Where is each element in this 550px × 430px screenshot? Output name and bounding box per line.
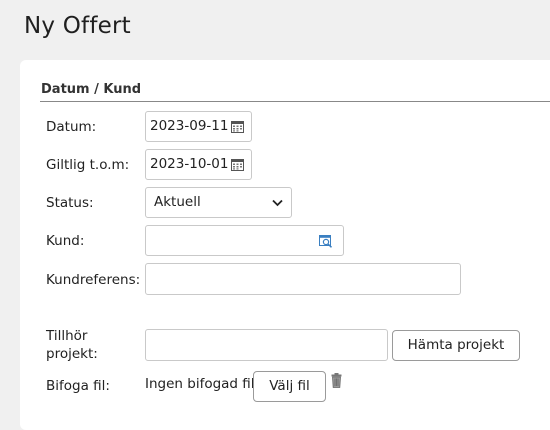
projekt-label-line1: Tillhör (46, 328, 88, 344)
calendar-icon[interactable] (231, 121, 244, 133)
kundreferens-input[interactable] (145, 263, 461, 295)
giltlig-label: Giltlig t.o.m: (46, 157, 130, 173)
status-value: Aktuell (154, 194, 201, 210)
bifoga-label: Bifoga fil: (46, 378, 110, 394)
no-file-text: Ingen bifogad fil (145, 376, 255, 392)
form-card: Datum / Kund Datum: 2023-09-11 Giltlig t… (20, 60, 550, 430)
giltlig-field[interactable]: 2023-10-01 (145, 149, 252, 180)
hamta-projekt-button[interactable]: Hämta projekt (392, 330, 520, 361)
projekt-label-line2: projekt: (46, 346, 98, 362)
trash-icon[interactable] (331, 373, 342, 388)
status-select[interactable]: Aktuell (145, 187, 292, 218)
datum-label: Datum: (46, 119, 97, 135)
valj-fil-button[interactable]: Välj fil (253, 371, 326, 402)
kundreferens-label: Kundreferens: (46, 272, 141, 288)
kund-field[interactable] (145, 225, 344, 256)
kund-label: Kund: (46, 233, 85, 249)
status-label: Status: (46, 195, 94, 211)
projekt-input[interactable] (145, 329, 388, 361)
chevron-down-icon (272, 199, 283, 207)
datum-value: 2023-09-11 (150, 118, 229, 134)
giltlig-value: 2023-10-01 (150, 156, 229, 172)
section-title: Datum / Kund (41, 82, 142, 97)
customer-search-icon[interactable] (319, 235, 333, 248)
section-divider (40, 101, 550, 102)
calendar-icon[interactable] (231, 159, 244, 171)
page-title: Ny Offert (24, 13, 131, 39)
datum-field[interactable]: 2023-09-11 (145, 111, 252, 142)
